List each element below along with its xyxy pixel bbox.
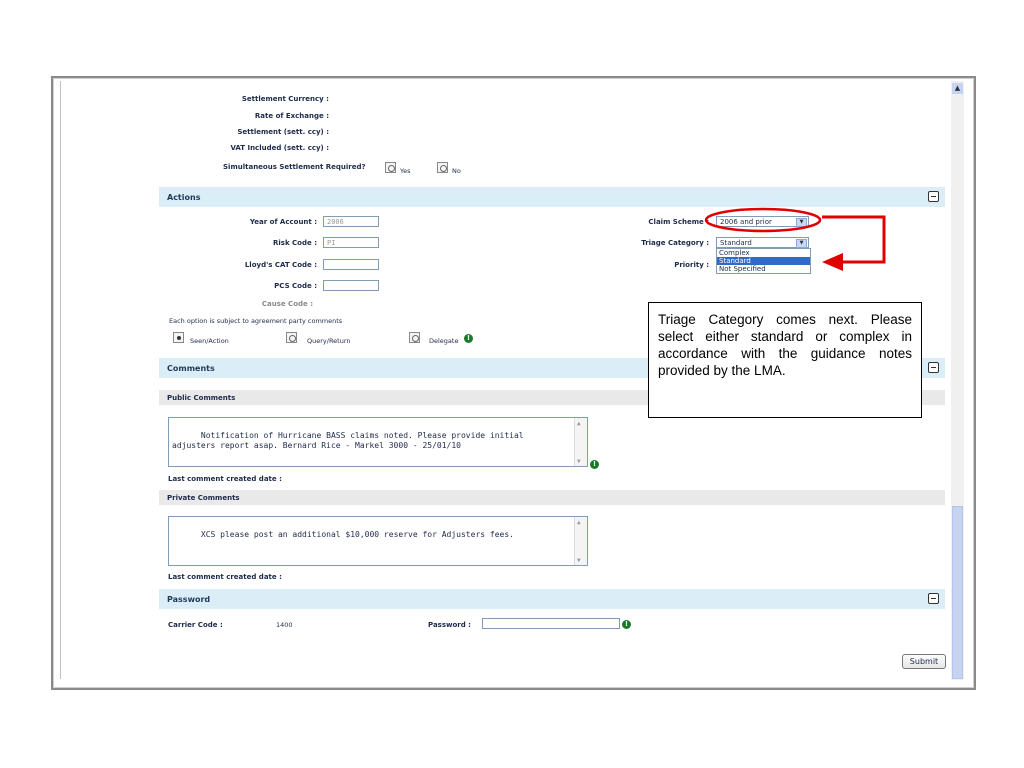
claim-scheme-highlight-ellipse [704,207,822,233]
arrow-head-icon [822,253,843,271]
annotation-arrow-line [822,215,886,264]
instruction-callout: Triage Category comes next. Please selec… [648,302,922,418]
